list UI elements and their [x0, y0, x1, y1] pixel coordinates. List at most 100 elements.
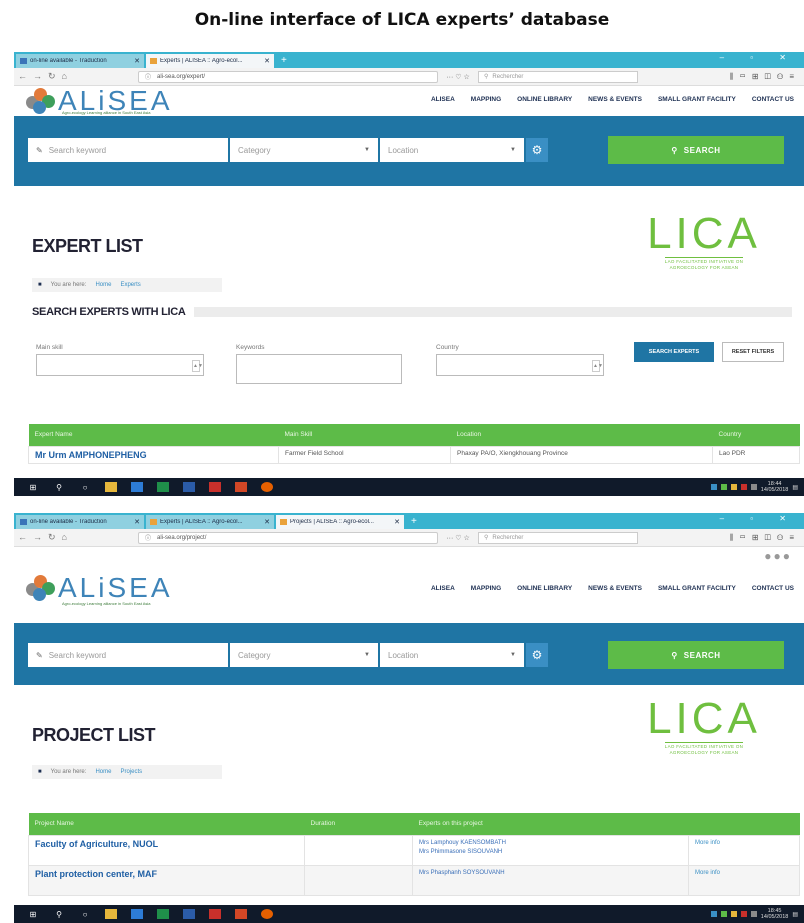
nav-buttons[interactable]: ←→↻⌂	[18, 71, 138, 82]
nav-mapping[interactable]: MAPPING	[471, 96, 501, 103]
nav-alisea[interactable]: ALISEA	[431, 96, 455, 103]
expert-link[interactable]: Mrs Lamphouy KAENSOMBATH	[419, 839, 682, 848]
more-info-link[interactable]: More info	[695, 840, 720, 846]
browser-search-input[interactable]: ⚲ Rechercher	[478, 531, 638, 544]
search-icon[interactable]: ⚲	[53, 482, 65, 492]
tab-projects[interactable]: Projects | ALISEA :: Agro-ecol... ✕	[276, 515, 404, 529]
close-icon[interactable]: ✕	[394, 518, 400, 526]
close-icon[interactable]: ✕	[134, 57, 140, 65]
keyword-search-input[interactable]: ✎ Search keyword	[28, 643, 228, 667]
clock[interactable]: 18:45 14/05/2018	[761, 908, 789, 920]
tray-icon[interactable]	[750, 911, 757, 917]
breadcrumb-home[interactable]: Home	[95, 769, 111, 775]
tab-translation[interactable]: on-line available - Traduction ✕	[16, 515, 144, 529]
nav-online-library[interactable]: ONLINE LIBRARY	[517, 585, 572, 592]
keywords-input[interactable]	[236, 354, 402, 384]
tray-icon[interactable]	[740, 911, 747, 917]
nav-small-grant[interactable]: SMALL GRANT FACILITY	[658, 585, 736, 592]
file-explorer-icon[interactable]	[105, 909, 117, 919]
nav-small-grant[interactable]: SMALL GRANT FACILITY	[658, 96, 736, 103]
col-location[interactable]: Location	[450, 424, 713, 446]
word-icon[interactable]	[183, 909, 195, 919]
excel-icon[interactable]	[157, 482, 169, 492]
nav-news-events[interactable]: NEWS & EVENTS	[588, 96, 642, 103]
location-select[interactable]: Location ▼	[380, 643, 524, 667]
url-bar[interactable]: ⓘ ali-sea.org/project/	[138, 531, 438, 544]
page-actions[interactable]: ··· ♡ ☆	[438, 534, 478, 542]
expert-link[interactable]: Mrs Phasphanh SOYSOUVANH	[419, 869, 682, 878]
new-tab-button[interactable]: +	[276, 54, 292, 68]
more-info-link[interactable]: More info	[695, 870, 720, 876]
edge-icon[interactable]	[131, 909, 143, 919]
close-icon[interactable]: ✕	[134, 518, 140, 526]
expert-name-link[interactable]: Mr Urm AMPHONEPHENG	[35, 450, 147, 460]
nav-alisea[interactable]: ALISEA	[431, 585, 455, 592]
project-name-link[interactable]: Faculty of Agriculture, NUOL	[35, 839, 158, 849]
task-view-icon[interactable]: ○	[79, 482, 91, 492]
new-tab-button[interactable]: +	[406, 515, 422, 529]
close-icon[interactable]: ✕	[264, 518, 270, 526]
excel-icon[interactable]	[157, 909, 169, 919]
nav-buttons[interactable]: ←→↻⌂	[18, 532, 138, 543]
category-select[interactable]: Category ▼	[230, 138, 378, 162]
toolbar-icons[interactable]: ⫼▭⊞◫⚇≡	[730, 72, 800, 82]
notification-icon[interactable]: ▤	[792, 484, 798, 491]
tray-icon[interactable]	[740, 484, 747, 490]
windows-icon[interactable]: ⊞	[27, 909, 39, 919]
advanced-settings-button[interactable]: ⚙	[526, 138, 548, 162]
tray-icon[interactable]	[720, 484, 727, 490]
firefox-icon[interactable]	[261, 909, 273, 919]
nav-online-library[interactable]: ONLINE LIBRARY	[517, 96, 572, 103]
word-icon[interactable]	[183, 482, 195, 492]
search-button[interactable]: ⚲ SEARCH	[608, 641, 784, 669]
col-experts[interactable]: Experts on this project	[412, 813, 689, 835]
col-country[interactable]: Country	[712, 424, 800, 446]
col-duration[interactable]: Duration	[304, 813, 413, 835]
task-view-icon[interactable]: ○	[79, 909, 91, 919]
breadcrumb-home[interactable]: Home	[95, 282, 111, 288]
keyword-search-input[interactable]: ✎ Search keyword	[28, 138, 228, 162]
nav-news-events[interactable]: NEWS & EVENTS	[588, 585, 642, 592]
pdf-icon[interactable]	[209, 482, 221, 492]
breadcrumb-current[interactable]: Experts	[120, 282, 140, 288]
page-actions[interactable]: ··· ♡ ☆	[438, 73, 478, 81]
main-skill-select[interactable]: ▲▼	[36, 354, 204, 376]
notification-icon[interactable]: ▤	[792, 911, 798, 918]
country-select[interactable]: ▲▼	[436, 354, 604, 376]
location-select[interactable]: Location ▼	[380, 138, 524, 162]
powerpoint-icon[interactable]	[235, 909, 247, 919]
col-project-name[interactable]: Project Name	[28, 813, 305, 835]
nav-contact[interactable]: CONTACT US	[752, 96, 794, 103]
tray-icon[interactable]	[750, 484, 757, 490]
col-main-skill[interactable]: Main Skill	[278, 424, 451, 446]
window-dots[interactable]: ●●●	[764, 549, 792, 563]
windows-icon[interactable]: ⊞	[27, 482, 39, 492]
tab-experts[interactable]: Experts | ALISEA :: Agro-ecol... ✕	[146, 515, 274, 529]
edge-icon[interactable]	[131, 482, 143, 492]
browser-search-input[interactable]: ⚲ Rechercher	[478, 70, 638, 83]
tray-icon[interactable]	[730, 911, 737, 917]
expert-link[interactable]: Mrs Phimmasone SISOUVANH	[419, 848, 682, 857]
powerpoint-icon[interactable]	[235, 482, 247, 492]
advanced-settings-button[interactable]: ⚙	[526, 643, 548, 667]
project-name-link[interactable]: Plant protection center, MAF	[35, 869, 157, 879]
tray-icon[interactable]	[730, 484, 737, 490]
close-icon[interactable]: ✕	[264, 57, 270, 65]
tab-translation[interactable]: on-line available - Traduction ✕	[16, 54, 144, 68]
alisea-logo[interactable]: ALiSEA	[24, 573, 173, 603]
nav-contact[interactable]: CONTACT US	[752, 585, 794, 592]
category-select[interactable]: Category ▼	[230, 643, 378, 667]
col-expert-name[interactable]: Expert Name	[28, 424, 279, 446]
tray-icon[interactable]	[710, 911, 717, 917]
tray-icon[interactable]	[710, 484, 717, 490]
search-icon[interactable]: ⚲	[53, 909, 65, 919]
tab-experts[interactable]: Experts | ALISEA :: Agro-ecol... ✕	[146, 54, 274, 68]
reset-filters-button[interactable]: RESET FILTERS	[722, 342, 784, 362]
firefox-icon[interactable]	[261, 482, 273, 492]
window-controls[interactable]: – ▫ ✕	[720, 53, 798, 62]
url-bar[interactable]: ⓘ ali-sea.org/expert/	[138, 70, 438, 83]
breadcrumb-current[interactable]: Projects	[120, 769, 142, 775]
file-explorer-icon[interactable]	[105, 482, 117, 492]
toolbar-icons[interactable]: ⫼▭⊞◫⚇≡	[730, 533, 800, 543]
clock[interactable]: 18:44 14/05/2018	[761, 481, 789, 493]
